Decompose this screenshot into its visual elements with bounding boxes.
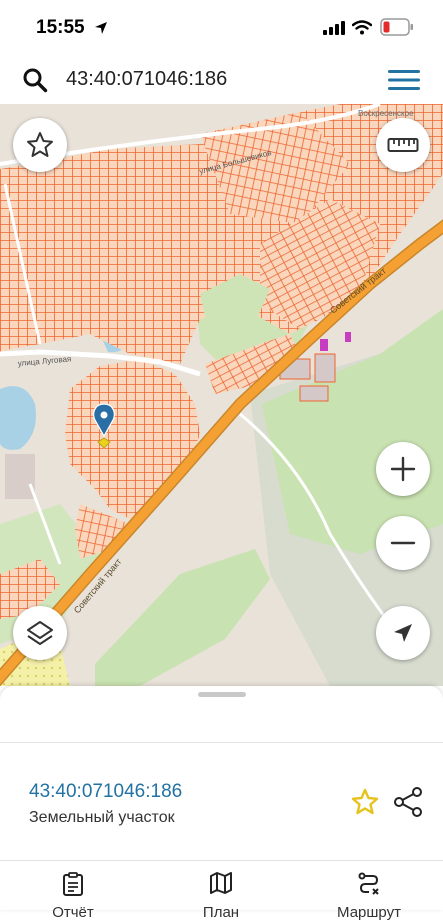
search-input[interactable]: 43:40:071046:186 — [66, 68, 227, 91]
map-canvas[interactable]: улица Большевиков улица Луговая Воскресе… — [0, 104, 443, 686]
location-arrow-icon — [95, 22, 107, 34]
sheet-divider — [0, 742, 443, 743]
sheet-drag-handle[interactable] — [198, 692, 246, 697]
battery-icon — [380, 18, 413, 36]
ruler-button[interactable] — [376, 118, 430, 172]
tab-route-label: Маршрут — [337, 904, 401, 921]
ruler-icon — [387, 138, 419, 152]
cadastral-number[interactable]: 43:40:071046:186 — [29, 781, 182, 803]
map-label-settlement: Воскресенское — [358, 109, 414, 118]
wifi-icon — [352, 20, 372, 35]
status-time: 15:55 — [36, 17, 85, 38]
minus-icon — [390, 541, 416, 545]
navigation-arrow-icon — [394, 624, 412, 642]
menu-icon[interactable] — [387, 68, 421, 92]
favorite-map-button[interactable] — [13, 118, 67, 172]
layers-icon — [27, 621, 53, 645]
industrial-area — [5, 454, 35, 499]
property-type: Земельный участок — [29, 809, 175, 826]
report-icon — [63, 872, 83, 896]
marker-magenta — [345, 332, 351, 342]
favorite-star-icon[interactable] — [350, 787, 380, 817]
share-icon[interactable] — [393, 786, 423, 818]
map-icon — [210, 872, 232, 894]
zoom-out-button[interactable] — [376, 516, 430, 570]
my-location-button[interactable] — [376, 606, 430, 660]
search-icon[interactable] — [22, 67, 48, 93]
zoom-in-button[interactable] — [376, 442, 430, 496]
plus-icon — [390, 456, 416, 482]
route-icon — [358, 872, 379, 895]
tab-plan-label: План — [202, 904, 240, 921]
map-view[interactable]: улица Большевиков улица Луговая Воскресе… — [0, 104, 443, 686]
cellular-signal-icon — [323, 21, 345, 35]
tab-report-label: Отчёт — [52, 904, 94, 921]
star-outline-icon — [27, 132, 53, 157]
search-bar[interactable]: 43:40:071046:186 — [0, 56, 443, 105]
tabbar-divider — [0, 860, 443, 861]
building — [299, 385, 329, 402]
building — [314, 353, 336, 383]
status-bar: 15:55 — [0, 0, 443, 56]
layers-button[interactable] — [13, 606, 67, 660]
marker-magenta — [320, 339, 328, 351]
